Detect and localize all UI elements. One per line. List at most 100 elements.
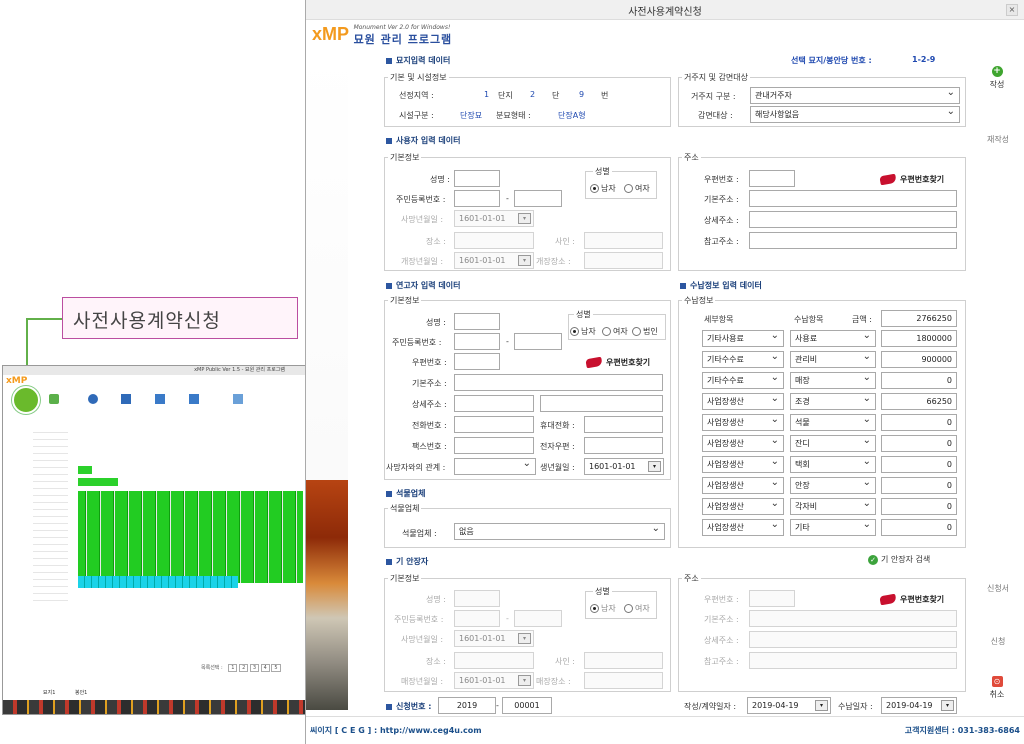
apply-button[interactable]: 신청 bbox=[978, 636, 1018, 647]
user-female-radio[interactable] bbox=[624, 184, 633, 193]
kin-fax-input[interactable] bbox=[454, 437, 534, 454]
kin-gender-male[interactable]: 남자 bbox=[570, 326, 596, 337]
thumb-page-2[interactable]: 2 bbox=[239, 664, 249, 672]
calendar-icon[interactable]: ▾ bbox=[518, 633, 531, 644]
app-year-input[interactable]: 2019 bbox=[438, 697, 496, 714]
kin-gender-corp[interactable]: 법인 bbox=[632, 326, 658, 337]
pay-category-select[interactable]: 기타사용료 bbox=[702, 330, 784, 347]
pay-category-select[interactable]: 사업장생산 bbox=[702, 477, 784, 494]
pay-item-select[interactable]: 석물 bbox=[790, 414, 876, 431]
pay-amount-input[interactable]: 900000 bbox=[881, 351, 957, 368]
footer-company[interactable]: 씨이지 [ C E G ] : http://www.ceg4u.com bbox=[310, 725, 482, 736]
kin-detail-addr-input-2[interactable] bbox=[540, 395, 663, 412]
pay-amount-input[interactable]: 0 bbox=[881, 414, 957, 431]
user-rrn-back[interactable] bbox=[514, 190, 562, 207]
user-base-addr-input[interactable] bbox=[749, 190, 957, 207]
rewrite-button[interactable]: 재작성 bbox=[978, 134, 1018, 145]
pay-total-input[interactable]: 2766250 bbox=[881, 310, 957, 327]
kin-zip-input[interactable] bbox=[454, 353, 500, 370]
kin-birth-date[interactable]: 1601-01-01 ▾ bbox=[584, 458, 664, 475]
user-rrn-front[interactable] bbox=[454, 190, 500, 207]
app-seq-input[interactable]: 00001 bbox=[502, 697, 552, 714]
prev-female-radio[interactable] bbox=[624, 604, 633, 613]
pay-category-select[interactable]: 사업장생산 bbox=[702, 414, 784, 431]
user-male-radio[interactable] bbox=[590, 184, 599, 193]
prev-cause-input[interactable] bbox=[584, 652, 663, 669]
user-ref-addr-input[interactable] bbox=[749, 232, 957, 249]
thumb-page-5[interactable]: 5 bbox=[271, 664, 281, 672]
pay-category-select[interactable]: 사업장생산 bbox=[702, 393, 784, 410]
pay-item-select[interactable]: 기타 bbox=[790, 519, 876, 536]
kin-gender-female[interactable]: 여자 bbox=[602, 326, 628, 337]
user-place-input[interactable] bbox=[454, 232, 534, 249]
pay-amount-input[interactable]: 0 bbox=[881, 519, 957, 536]
pay-category-select[interactable]: 기타수수료 bbox=[702, 372, 784, 389]
prev-zip-input[interactable] bbox=[749, 590, 795, 607]
pay-item-select[interactable]: 택회 bbox=[790, 456, 876, 473]
prev-base-addr-input[interactable] bbox=[749, 610, 957, 627]
user-name-input[interactable] bbox=[454, 170, 500, 187]
kin-base-addr-input[interactable] bbox=[454, 374, 663, 391]
calendar-icon[interactable]: ▾ bbox=[815, 700, 828, 711]
prev-burial-date[interactable]: 1601-01-01 ▾ bbox=[454, 672, 534, 689]
pay-amount-input[interactable]: 66250 bbox=[881, 393, 957, 410]
prev-gender-male[interactable]: 남자 bbox=[590, 603, 616, 614]
kin-corp-radio[interactable] bbox=[632, 327, 641, 336]
pay-item-select[interactable]: 잔디 bbox=[790, 435, 876, 452]
calendar-icon[interactable]: ▾ bbox=[518, 675, 531, 686]
pay-item-select[interactable]: 안장 bbox=[790, 477, 876, 494]
user-detail-addr-input[interactable] bbox=[749, 211, 957, 228]
prev-detail-addr-input[interactable] bbox=[749, 631, 957, 648]
kin-relation-select[interactable] bbox=[454, 458, 536, 475]
write-date-input[interactable]: 2019-04-19 ▾ bbox=[747, 697, 831, 714]
prev-name-input[interactable] bbox=[454, 590, 500, 607]
kin-detail-addr-input[interactable] bbox=[454, 395, 534, 412]
prev-male-radio[interactable] bbox=[590, 604, 599, 613]
thumb-page-4[interactable]: 4 bbox=[260, 664, 270, 672]
pay-item-select[interactable]: 각자비 bbox=[790, 498, 876, 515]
user-death-date[interactable]: 1601-01-01 ▾ bbox=[454, 210, 534, 227]
prev-gender-female[interactable]: 여자 bbox=[624, 603, 650, 614]
kin-rrn-back[interactable] bbox=[514, 333, 562, 350]
calendar-icon[interactable]: ▾ bbox=[518, 255, 531, 266]
pay-item-select[interactable]: 관리비 bbox=[790, 351, 876, 368]
write-button[interactable]: + 작성 bbox=[982, 66, 1012, 90]
thumb-page-1[interactable]: 1 bbox=[228, 664, 238, 672]
close-button[interactable]: × bbox=[1006, 4, 1018, 16]
kin-rrn-front[interactable] bbox=[454, 333, 500, 350]
pay-category-select[interactable]: 사업장생산 bbox=[702, 519, 784, 536]
apply-form-button[interactable]: 신청서 bbox=[978, 583, 1018, 594]
pay-amount-input[interactable]: 0 bbox=[881, 456, 957, 473]
prev-death-date[interactable]: 1601-01-01 ▾ bbox=[454, 630, 534, 647]
pay-category-select[interactable]: 사업장생산 bbox=[702, 456, 784, 473]
prev-place-input[interactable] bbox=[454, 652, 534, 669]
pay-category-select[interactable]: 사업장생산 bbox=[702, 435, 784, 452]
calendar-icon[interactable]: ▾ bbox=[648, 461, 661, 472]
pay-amount-input[interactable]: 1800000 bbox=[881, 330, 957, 347]
thumb-tab-2[interactable]: 봉안1 bbox=[75, 690, 87, 696]
calendar-icon[interactable]: ▾ bbox=[941, 700, 954, 711]
stone-select[interactable]: 없음 bbox=[454, 523, 665, 540]
kin-zip-find-button[interactable]: 우편번호찾기 bbox=[585, 356, 650, 369]
resid-select[interactable]: 관내거주자 bbox=[750, 87, 960, 104]
prev-ref-addr-input[interactable] bbox=[749, 652, 957, 669]
prev-burial-place-input[interactable] bbox=[584, 672, 663, 689]
user-zip-find-button[interactable]: 우편번호찾기 bbox=[879, 173, 944, 186]
user-zip-input[interactable] bbox=[749, 170, 795, 187]
prev-zip-find-button[interactable]: 우편번호찾기 bbox=[879, 593, 944, 606]
kin-phone-input[interactable] bbox=[454, 416, 534, 433]
user-burial-place-input[interactable] bbox=[584, 252, 663, 269]
thumb-page-3[interactable]: 3 bbox=[249, 664, 260, 672]
kin-mobile-input[interactable] bbox=[584, 416, 663, 433]
pay-amount-input[interactable]: 0 bbox=[881, 498, 957, 515]
pay-category-select[interactable]: 기타수수료 bbox=[702, 351, 784, 368]
pay-date-input[interactable]: 2019-04-19 ▾ bbox=[881, 697, 957, 714]
kin-male-radio[interactable] bbox=[570, 327, 579, 336]
user-cause-input[interactable] bbox=[584, 232, 663, 249]
pay-category-select[interactable]: 사업장생산 bbox=[702, 498, 784, 515]
pay-item-select[interactable]: 조경 bbox=[790, 393, 876, 410]
kin-female-radio[interactable] bbox=[602, 327, 611, 336]
prev-rrn-front[interactable] bbox=[454, 610, 500, 627]
thumb-tab-1[interactable]: 묘지1 bbox=[43, 690, 55, 696]
user-burial-date[interactable]: 1601-01-01 ▾ bbox=[454, 252, 534, 269]
